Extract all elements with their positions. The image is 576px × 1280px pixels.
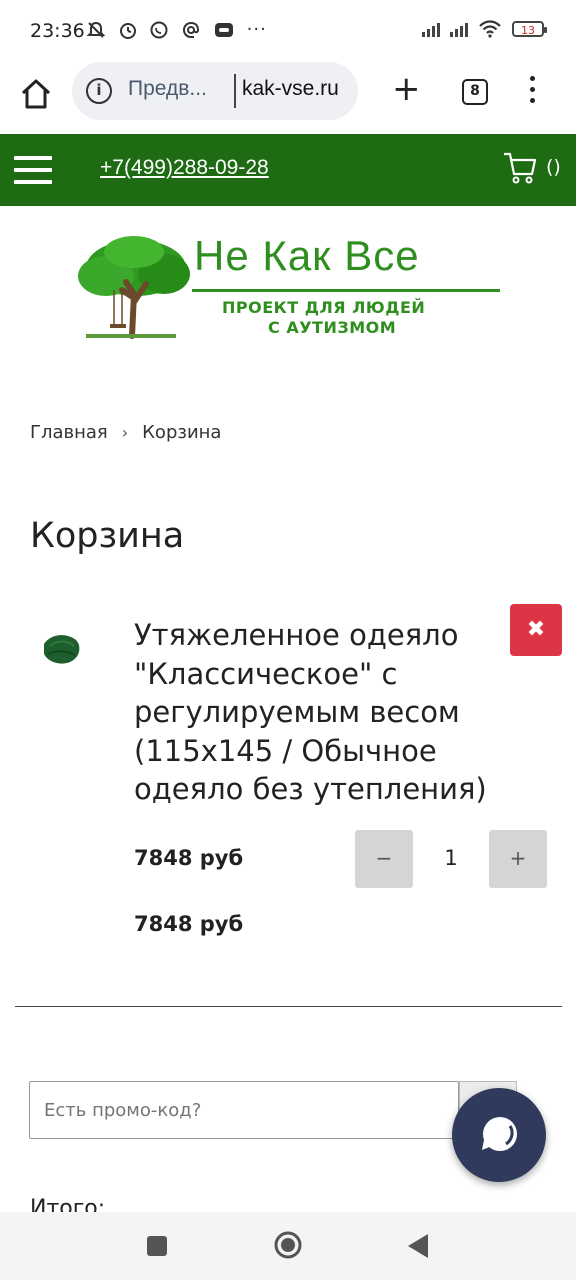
back-triangle-icon[interactable]: [406, 1232, 430, 1260]
system-nav-bar: [0, 1212, 576, 1280]
home-circle-icon[interactable]: [273, 1230, 303, 1260]
browser-menu-icon[interactable]: [530, 76, 538, 109]
url-separator: [234, 74, 236, 108]
product-thumbnail[interactable]: [40, 630, 84, 668]
logo-subtitle-2: С АУТИЗМОМ: [268, 318, 397, 337]
more-dots-icon: ···: [246, 19, 267, 40]
info-icon[interactable]: i: [86, 78, 112, 104]
wifi-icon: [479, 20, 501, 38]
browser-toolbar: i Предв... kak-vse.ru + 8: [0, 62, 576, 134]
home-icon[interactable]: [18, 76, 54, 112]
chevron-right-icon: ›: [121, 423, 129, 442]
tree-logo-icon: [78, 236, 190, 339]
status-time: 23:36: [30, 20, 85, 42]
url-prefix: Предв...: [128, 77, 207, 100]
tab-switcher-button[interactable]: 8: [462, 79, 488, 105]
divider: [15, 1006, 562, 1007]
email-at-icon: [183, 21, 200, 38]
address-bar[interactable]: i Предв... kak-vse.ru: [72, 62, 358, 120]
cart-icon[interactable]: [502, 150, 538, 186]
signal-icon: [422, 21, 440, 37]
promo-code-input[interactable]: [29, 1081, 459, 1139]
page-title: Корзина: [30, 516, 185, 556]
alarm-icon: [119, 23, 136, 39]
product-price: 7848 руб: [134, 846, 244, 870]
hamburger-menu-icon[interactable]: [14, 156, 52, 184]
logo-title: Не Как Все: [194, 232, 420, 279]
logo-subtitle-1: ПРОЕКТ ДЛЯ ЛЮДЕЙ: [222, 298, 426, 317]
phone-link[interactable]: +7(499)288-09-28: [100, 156, 269, 180]
chat-bubble-icon: [482, 1117, 517, 1151]
item-total: 7848 руб: [134, 912, 244, 936]
quantity-input[interactable]: 1: [413, 830, 489, 888]
product-name[interactable]: Утяжеленное одеяло "Классическое" с регу…: [134, 616, 524, 809]
status-right: 13: [422, 20, 547, 38]
site-logo[interactable]: Не Как Все ПРОЕКТ ДЛЯ ЛЮДЕЙ С АУТИЗМОМ: [76, 232, 506, 342]
breadcrumb-home[interactable]: Главная: [30, 422, 108, 443]
cart-count[interactable]: (): [546, 156, 561, 178]
signal-icon-2: [450, 21, 468, 37]
breadcrumb: Главная › Корзина: [30, 422, 221, 443]
quantity-decrease-button[interactable]: −: [355, 830, 413, 888]
quantity-increase-button[interactable]: +: [489, 830, 547, 888]
breadcrumb-current: Корзина: [142, 422, 222, 443]
app-icon: [214, 23, 233, 37]
url-domain: kak-vse.ru: [242, 77, 339, 100]
logo-underline: [192, 289, 500, 292]
muted-notification-icon: [86, 21, 106, 38]
status-bar: 23:36 ··· 13: [0, 0, 576, 62]
chat-widget-button[interactable]: [452, 1088, 546, 1182]
recents-square-icon[interactable]: [147, 1236, 167, 1256]
site-header: +7(499)288-09-28 (): [0, 134, 576, 206]
new-tab-plus-icon[interactable]: +: [392, 72, 421, 106]
whatsapp-icon: [150, 21, 168, 39]
notification-icons: ···: [86, 19, 267, 40]
battery-icon: 13: [512, 21, 547, 37]
